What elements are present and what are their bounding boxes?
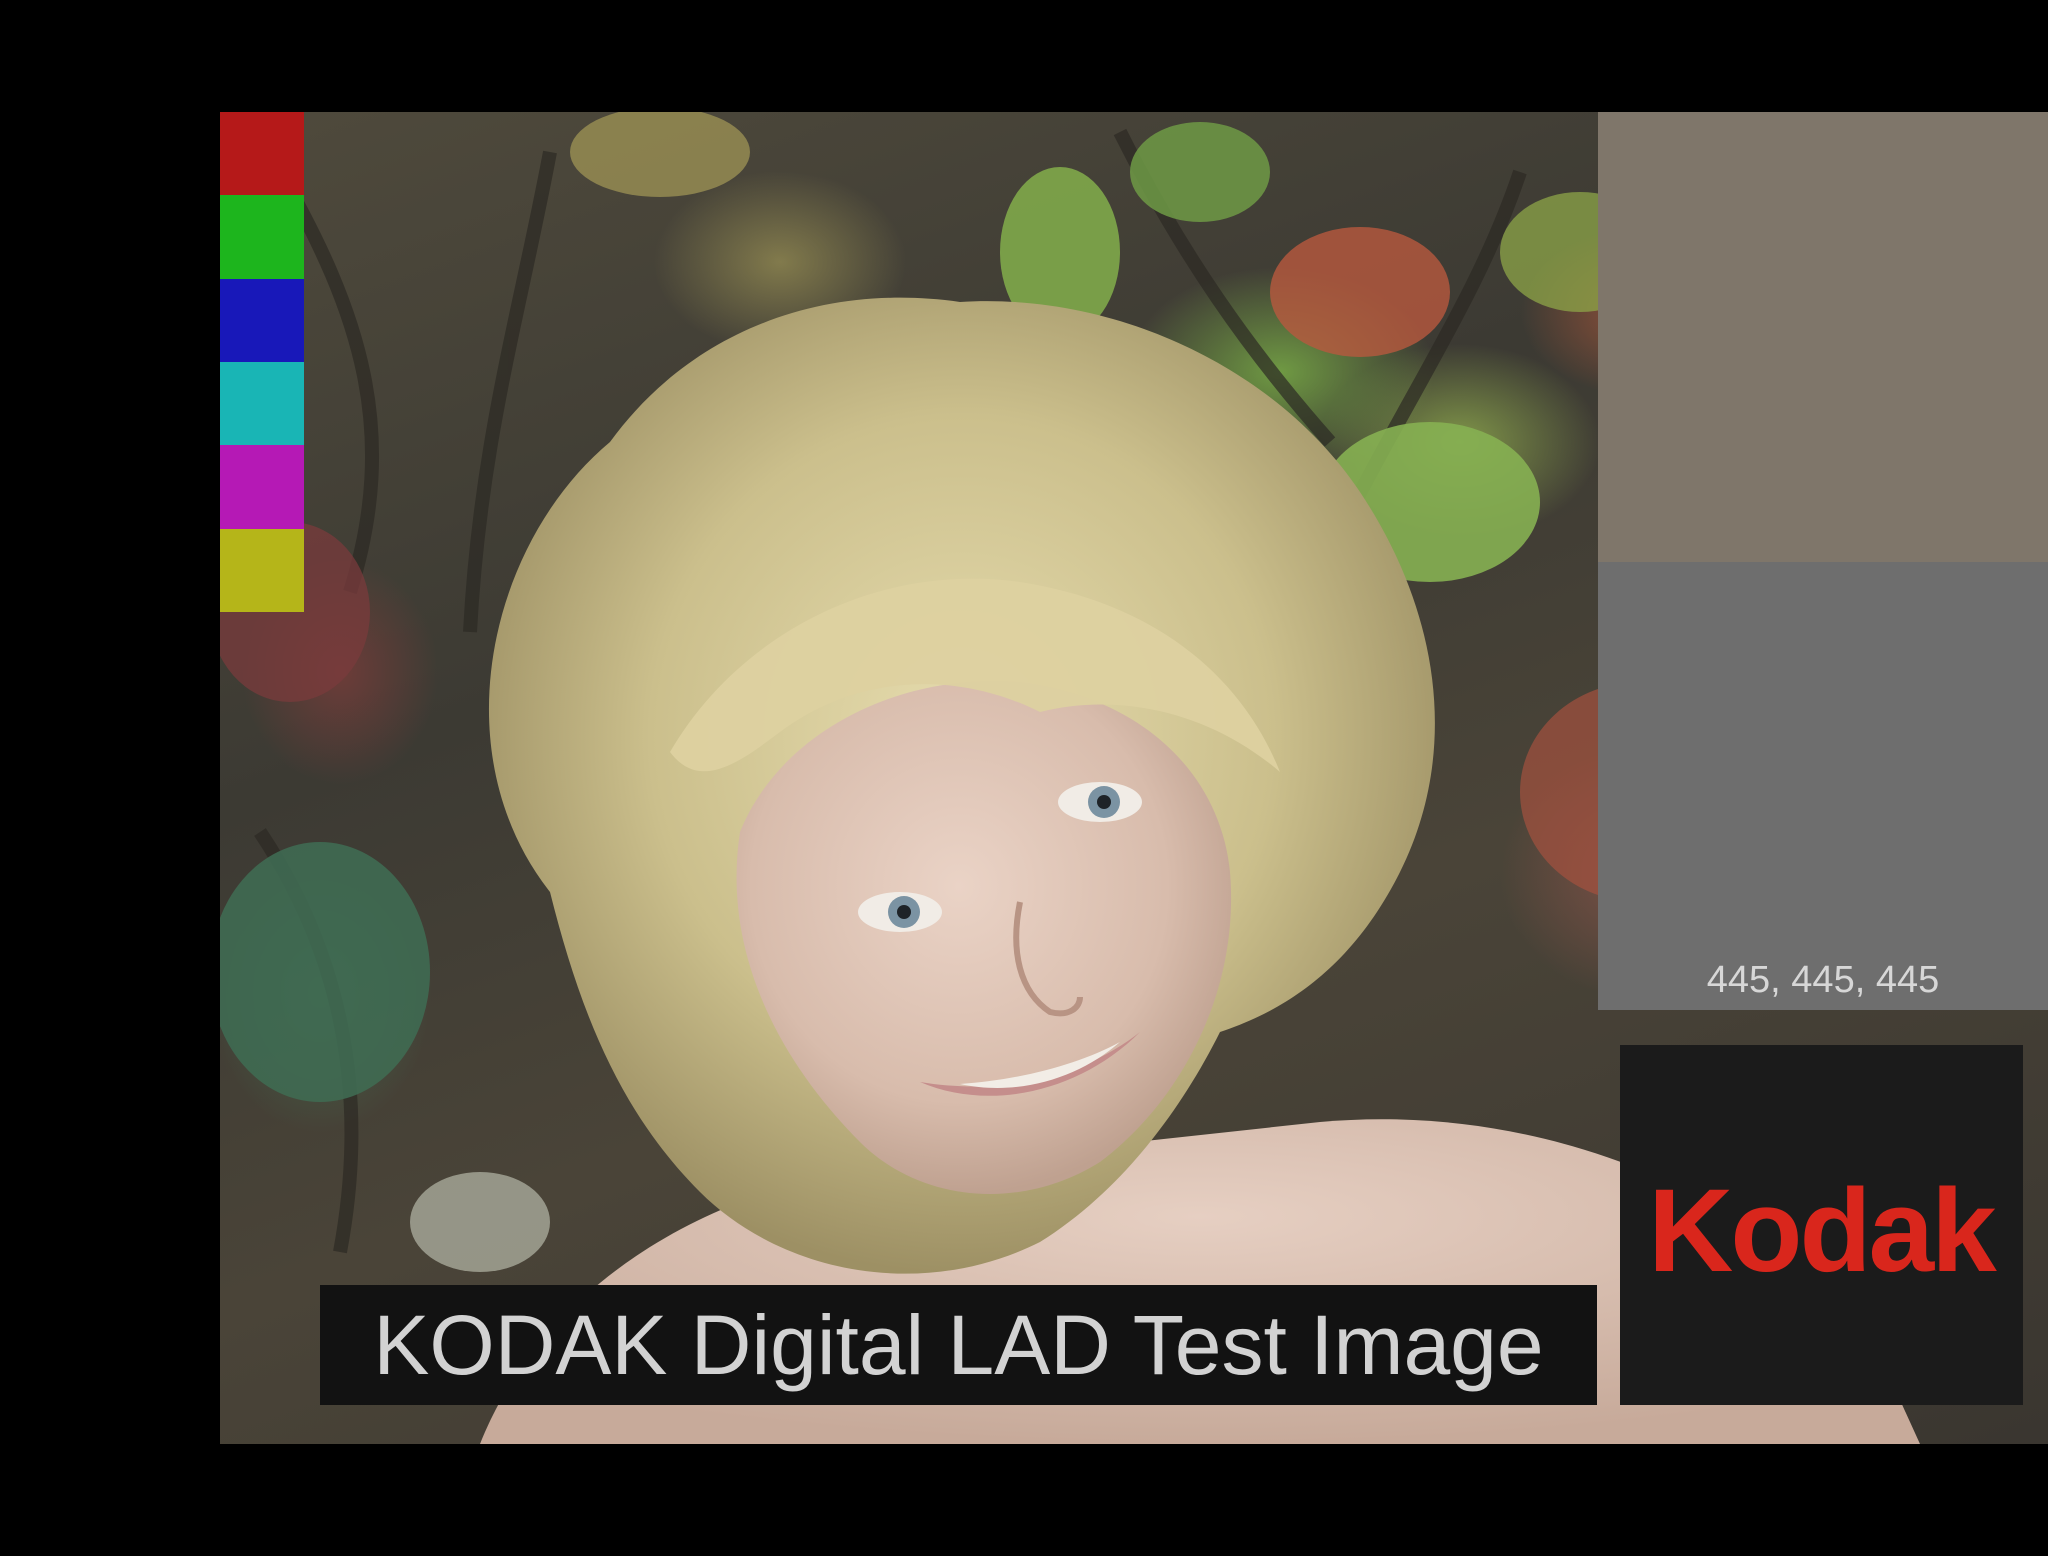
red-patch	[220, 112, 304, 196]
gray-value-label: 445, 445, 445	[1706, 959, 1940, 1001]
kodak-logo-graphic: Kodak	[1648, 1165, 2000, 1297]
caption-text: KODAK Digital LAD Test Image	[373, 1297, 1544, 1392]
green-patch	[220, 195, 304, 279]
kodak-logo: Kodak	[1620, 1045, 2023, 1405]
magenta-patch	[220, 445, 304, 529]
cyan-patch	[220, 361, 304, 446]
gray-patch-bottom: 445, 445, 445	[1598, 562, 2048, 1010]
color-patch-column	[220, 112, 304, 612]
image-frame: 445, 445, 445 Kodak KODAK Digital LAD Te…	[0, 0, 2048, 1556]
blue-patch	[220, 278, 304, 362]
kodak-logo-text: Kodak	[1648, 1165, 1997, 1297]
caption-box: KODAK Digital LAD Test Image	[320, 1285, 1597, 1405]
yellow-patch	[220, 528, 304, 612]
gray-patch-top	[1598, 112, 2048, 562]
